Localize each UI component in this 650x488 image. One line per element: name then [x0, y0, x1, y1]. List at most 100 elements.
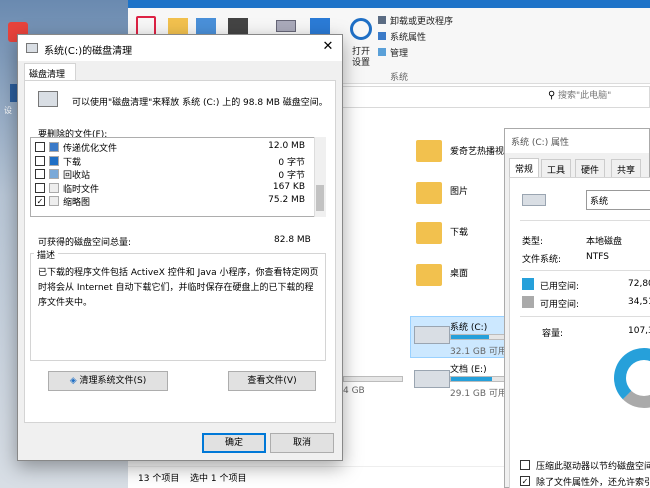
drive-e-free: 29.1 GB 可用: [450, 389, 507, 399]
check-icon: [378, 32, 386, 40]
file-checkbox[interactable]: [35, 155, 45, 166]
tab-sharing[interactable]: 共享: [611, 159, 642, 177]
file-row[interactable]: 回收站 0 字节: [31, 168, 313, 181]
fs-value: NTFS: [586, 252, 609, 262]
compress-label[interactable]: 压缩此驱动器以节约磁盘空间: [536, 459, 650, 472]
file-row[interactable]: 传递优化文件 12.0 MB: [31, 141, 313, 154]
disk-cleanup-dialog: 系统(C:)的磁盘清理 ✕ 磁盘清理 可以使用"磁盘清理"来释放 系统 (C:)…: [17, 34, 343, 461]
scrollbar-thumb[interactable]: [316, 185, 324, 211]
drive-e-icon: [414, 370, 450, 388]
used-space-label: 已用空间:: [540, 282, 580, 292]
partial-drive-text: 4 GB: [343, 386, 365, 396]
shield-icon: ◈: [69, 376, 77, 386]
properties-tabs: 常规 工具 硬件 共享: [505, 158, 650, 178]
capacity-value: 107,37: [628, 326, 650, 336]
total-label: 可获得的磁盘空间总量:: [38, 238, 132, 248]
file-checkbox[interactable]: [35, 169, 45, 179]
file-name: 传递优化文件: [63, 144, 118, 154]
gear-icon[interactable]: [350, 18, 372, 40]
checklist-icon[interactable]: [136, 16, 156, 36]
file-row[interactable]: 临时文件 167 KB: [31, 182, 313, 195]
status-count: 13 个项目: [138, 474, 180, 484]
type-label: 类型:: [522, 237, 544, 247]
fs-label: 文件系统:: [522, 255, 562, 265]
file-size: 75.2 MB: [268, 195, 305, 205]
folder-pictures-icon[interactable]: [416, 182, 442, 204]
usage-donut: [614, 348, 650, 408]
properties-body: 系统 类型: 本地磁盘 文件系统: NTFS 已用空间: 72,80 可用空间:…: [509, 177, 650, 488]
file-checkbox[interactable]: [35, 142, 45, 152]
description-text: 已下载的程序文件包括 ActiveX 控件和 Java 小程序，你查看特定网页时…: [38, 268, 319, 308]
total-value: 82.8 MB: [274, 235, 311, 245]
divider: [520, 316, 650, 317]
cleanup-system-files-button[interactable]: ◈ 清理系统文件(S): [48, 371, 168, 391]
file-name: 临时文件: [63, 184, 100, 195]
view-files-button[interactable]: 查看文件(V): [228, 371, 316, 391]
drive-e-name[interactable]: 文档 (E:): [450, 362, 487, 375]
tab-hardware[interactable]: 硬件: [575, 159, 606, 177]
free-space-swatch: [522, 296, 534, 308]
folder-downloads-icon[interactable]: [416, 222, 442, 244]
cleanup-icon: [26, 43, 38, 53]
folder-pictures[interactable]: 图片: [450, 184, 468, 197]
tab-tools[interactable]: 工具: [541, 159, 572, 177]
search-input[interactable]: 搜索"此电脑": [558, 88, 648, 106]
drive-icon[interactable]: [276, 20, 296, 32]
camera-icon[interactable]: [228, 18, 248, 34]
file-checkbox[interactable]: [35, 182, 45, 193]
media-icon[interactable]: [196, 18, 216, 34]
uninstall-icon: [378, 16, 386, 24]
used-space-value: 72,80: [628, 279, 650, 289]
cleanup-system-files-label: 清理系统文件(S): [79, 376, 147, 386]
drive-c-icon: [414, 326, 450, 344]
system-properties-button[interactable]: 系统属性: [390, 30, 426, 43]
file-type-icon: [49, 182, 59, 193]
desktop-icon-label: 设: [4, 106, 12, 115]
files-list: 传递优化文件 12.0 MB 下载 0 字节 回收站 0 字节 临时文件 167 KB ✓ 缩略图…: [30, 137, 326, 217]
file-type-icon: [49, 169, 59, 179]
file-type-icon: [49, 142, 59, 152]
close-icon[interactable]: ✕: [320, 39, 336, 55]
uninstall-button[interactable]: 卸载或更改程序: [390, 14, 453, 27]
file-name: 回收站: [63, 171, 91, 181]
monitor-icon[interactable]: [310, 18, 330, 34]
drive-c-usage: [450, 334, 506, 340]
tab-general[interactable]: 常规: [509, 158, 540, 178]
free-space-label: 可用空间:: [540, 300, 580, 310]
ribbon-tab-strip: [128, 0, 650, 8]
status-selected: 选中 1 个项目: [190, 474, 247, 484]
drive-c-name[interactable]: 系统 (C:): [450, 320, 487, 333]
file-row[interactable]: 下载 0 字节: [31, 155, 313, 168]
index-checkbox[interactable]: ✓: [520, 476, 530, 486]
type-value: 本地磁盘: [586, 237, 623, 247]
capacity-label: 容量:: [542, 329, 564, 339]
compress-checkbox[interactable]: [520, 460, 530, 470]
file-name: 下载: [63, 157, 82, 168]
open-settings-label-2[interactable]: 设置: [352, 55, 370, 68]
drive-c-free: 32.1 GB 可用: [450, 347, 507, 357]
partial-drive-bar: [343, 376, 403, 382]
folder-iqiyi-icon[interactable]: [416, 140, 442, 162]
manage-button[interactable]: 管理: [390, 46, 408, 59]
index-label[interactable]: 除了文件属性外，还允许索引此: [536, 475, 650, 488]
file-size: 167 KB: [272, 181, 305, 192]
folder-desktop-icon[interactable]: [416, 264, 442, 286]
drive-icon: [38, 91, 58, 107]
volume-name-input[interactable]: 系统: [586, 190, 650, 210]
file-checkbox[interactable]: ✓: [35, 196, 45, 206]
file-size: 0 字节: [278, 157, 305, 168]
file-type-icon: [49, 196, 59, 206]
file-row[interactable]: ✓ 缩略图 75.2 MB: [31, 195, 313, 208]
manage-icon: [378, 48, 386, 56]
folder-downloads[interactable]: 下载: [450, 225, 468, 238]
divider: [520, 220, 650, 221]
dialog-title: 系统(C:)的磁盘清理: [44, 46, 133, 57]
folder-desktop[interactable]: 桌面: [450, 266, 468, 279]
ok-button[interactable]: 确定: [202, 433, 266, 453]
tab-disk-cleanup[interactable]: 磁盘清理: [24, 63, 76, 81]
cancel-button[interactable]: 取消: [270, 433, 334, 453]
folder-icon[interactable]: [168, 18, 188, 34]
properties-title: 系统 (C:) 属性: [511, 138, 570, 148]
divider: [520, 270, 650, 271]
file-size: 0 字节: [278, 171, 305, 181]
